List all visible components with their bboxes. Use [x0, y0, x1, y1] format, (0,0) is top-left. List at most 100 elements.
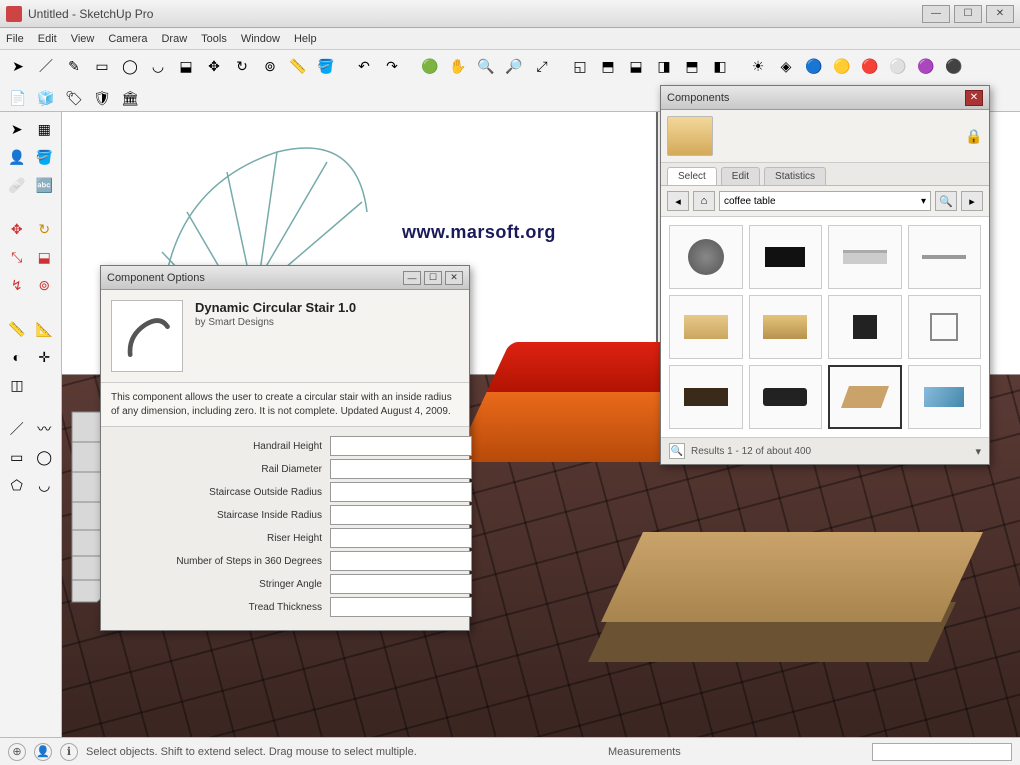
offset2-icon[interactable]: ⊚ — [32, 272, 58, 298]
maximize-button[interactable]: ☐ — [954, 5, 982, 23]
arc2-icon[interactable]: ◡ — [32, 472, 58, 498]
zoom-extents-icon[interactable]: ⤢ — [530, 54, 554, 78]
zoom-icon[interactable]: 🔍 — [474, 54, 498, 78]
text-icon[interactable]: 🔤 — [32, 172, 58, 198]
status-info-icon[interactable]: ℹ — [60, 743, 78, 761]
menu-window[interactable]: Window — [241, 33, 280, 45]
component-icon[interactable]: 🧊 — [34, 86, 58, 110]
offset-icon[interactable]: ⊚ — [258, 54, 282, 78]
right-icon[interactable]: ◨ — [652, 54, 676, 78]
component-options-dialog[interactable]: Component Options — ☐ ✕ Dynamic Circular… — [100, 265, 470, 631]
move-icon[interactable]: ✥ — [202, 54, 226, 78]
section-icon[interactable]: ◫ — [4, 372, 30, 398]
param-input-inside-radius[interactable] — [330, 505, 472, 525]
tab-edit[interactable]: Edit — [721, 167, 760, 185]
line-icon[interactable]: ／ — [34, 54, 58, 78]
shield-icon[interactable]: 🛡 — [90, 86, 114, 110]
redo-icon[interactable]: ↷ — [380, 54, 404, 78]
components-dialog[interactable]: Components ✕ 🔒 Select Edit Statistics ◂ … — [660, 85, 990, 465]
pushpull-icon[interactable]: ⬓ — [174, 54, 198, 78]
components-close-button[interactable]: ✕ — [965, 90, 983, 106]
component-cell-selected[interactable] — [828, 365, 902, 429]
status-geo-icon[interactable]: ⊕ — [8, 743, 26, 761]
param-input-outside-radius[interactable] — [330, 482, 472, 502]
menu-draw[interactable]: Draw — [161, 33, 187, 45]
scene-icon[interactable]: 🏷 — [62, 86, 86, 110]
rect2-icon[interactable]: ▭ — [4, 444, 30, 470]
style3-icon[interactable]: 🔴 — [858, 54, 882, 78]
front-icon[interactable]: ⬓ — [624, 54, 648, 78]
component-cell[interactable] — [828, 225, 902, 289]
make-icon[interactable]: ▦ — [32, 116, 58, 142]
component-cell[interactable] — [669, 225, 743, 289]
select-icon[interactable]: ➤ — [6, 54, 30, 78]
nav-search-button[interactable]: 🔍 — [935, 191, 957, 211]
close-button[interactable]: ✕ — [986, 5, 1014, 23]
menu-tools[interactable]: Tools — [201, 33, 227, 45]
component-cell[interactable] — [749, 295, 823, 359]
xray-icon[interactable]: ◈ — [774, 54, 798, 78]
circle2-icon[interactable]: ◯ — [32, 444, 58, 470]
component-cell[interactable] — [828, 295, 902, 359]
scale-icon[interactable]: ⤡ — [4, 244, 30, 270]
menu-camera[interactable]: Camera — [108, 33, 147, 45]
rotate-icon[interactable]: ↻ — [230, 54, 254, 78]
dim-icon[interactable]: 📐 — [32, 316, 58, 342]
nav-back-button[interactable]: ◂ — [667, 191, 689, 211]
paint-icon[interactable]: 🪣 — [314, 54, 338, 78]
protractor-icon[interactable]: ◐ — [4, 344, 30, 370]
pushpull2-icon[interactable]: ⬓ — [32, 244, 58, 270]
tape2-icon[interactable]: 📏 — [4, 316, 30, 342]
style1-icon[interactable]: 🔵 — [802, 54, 826, 78]
component-cell[interactable] — [749, 225, 823, 289]
style2-icon[interactable]: 🟡 — [830, 54, 854, 78]
move2-icon[interactable]: ✥ — [4, 216, 30, 242]
paint2-icon[interactable]: 🪣 — [32, 144, 58, 170]
dialog-minimize-button[interactable]: — — [403, 271, 421, 285]
back-icon[interactable]: ⬒ — [680, 54, 704, 78]
iso-icon[interactable]: ◱ — [568, 54, 592, 78]
arc-icon[interactable]: ◡ — [146, 54, 170, 78]
component-cell[interactable] — [908, 225, 982, 289]
axes-icon[interactable]: ✛ — [32, 344, 58, 370]
style5-icon[interactable]: 🟣 — [914, 54, 938, 78]
dialog-maximize-button[interactable]: ☐ — [424, 271, 442, 285]
followme-icon[interactable]: ↯ — [4, 272, 30, 298]
eraser-icon[interactable]: ✎ — [62, 54, 86, 78]
menu-file[interactable]: File — [6, 33, 24, 45]
tab-statistics[interactable]: Statistics — [764, 167, 826, 185]
param-input-handrail-height[interactable] — [330, 436, 472, 456]
freehand-icon[interactable]: 〰 — [32, 416, 58, 442]
style6-icon[interactable]: ⚫ — [942, 54, 966, 78]
top-icon[interactable]: ⬒ — [596, 54, 620, 78]
person-icon[interactable]: 👤 — [4, 144, 30, 170]
tab-select[interactable]: Select — [667, 167, 717, 185]
param-input-steps-360[interactable] — [330, 551, 472, 571]
nav-menu-button[interactable]: ▸ — [961, 191, 983, 211]
select2-icon[interactable]: ➤ — [4, 116, 30, 142]
style4-icon[interactable]: ⚪ — [886, 54, 910, 78]
lock-icon[interactable]: 🔒 — [965, 128, 983, 145]
param-input-rail-diameter[interactable] — [330, 459, 472, 479]
menu-view[interactable]: View — [71, 33, 95, 45]
param-input-stringer-angle[interactable] — [330, 574, 472, 594]
minimize-button[interactable]: — — [922, 5, 950, 23]
component-cell[interactable] — [908, 365, 982, 429]
warehouse-icon[interactable]: 🏛 — [118, 86, 142, 110]
line2-icon[interactable]: ／ — [4, 416, 30, 442]
dialog-titlebar[interactable]: Component Options — ☐ ✕ — [101, 266, 469, 290]
undo-icon[interactable]: ↶ — [352, 54, 376, 78]
eraser2-icon[interactable]: 🩹 — [4, 172, 30, 198]
menu-edit[interactable]: Edit — [38, 33, 57, 45]
collection-dropdown[interactable]: coffee table▾ — [719, 191, 931, 211]
layer-icon[interactable]: 📄 — [6, 86, 30, 110]
zoom-window-icon[interactable]: 🔎 — [502, 54, 526, 78]
polygon-icon[interactable]: ⬠ — [4, 472, 30, 498]
circle-icon[interactable]: ◯ — [118, 54, 142, 78]
component-cell[interactable] — [669, 365, 743, 429]
dialog-close-button[interactable]: ✕ — [445, 271, 463, 285]
component-cell[interactable] — [908, 295, 982, 359]
component-cell[interactable] — [749, 365, 823, 429]
shadow-icon[interactable]: ☀ — [746, 54, 770, 78]
menu-help[interactable]: Help — [294, 33, 317, 45]
